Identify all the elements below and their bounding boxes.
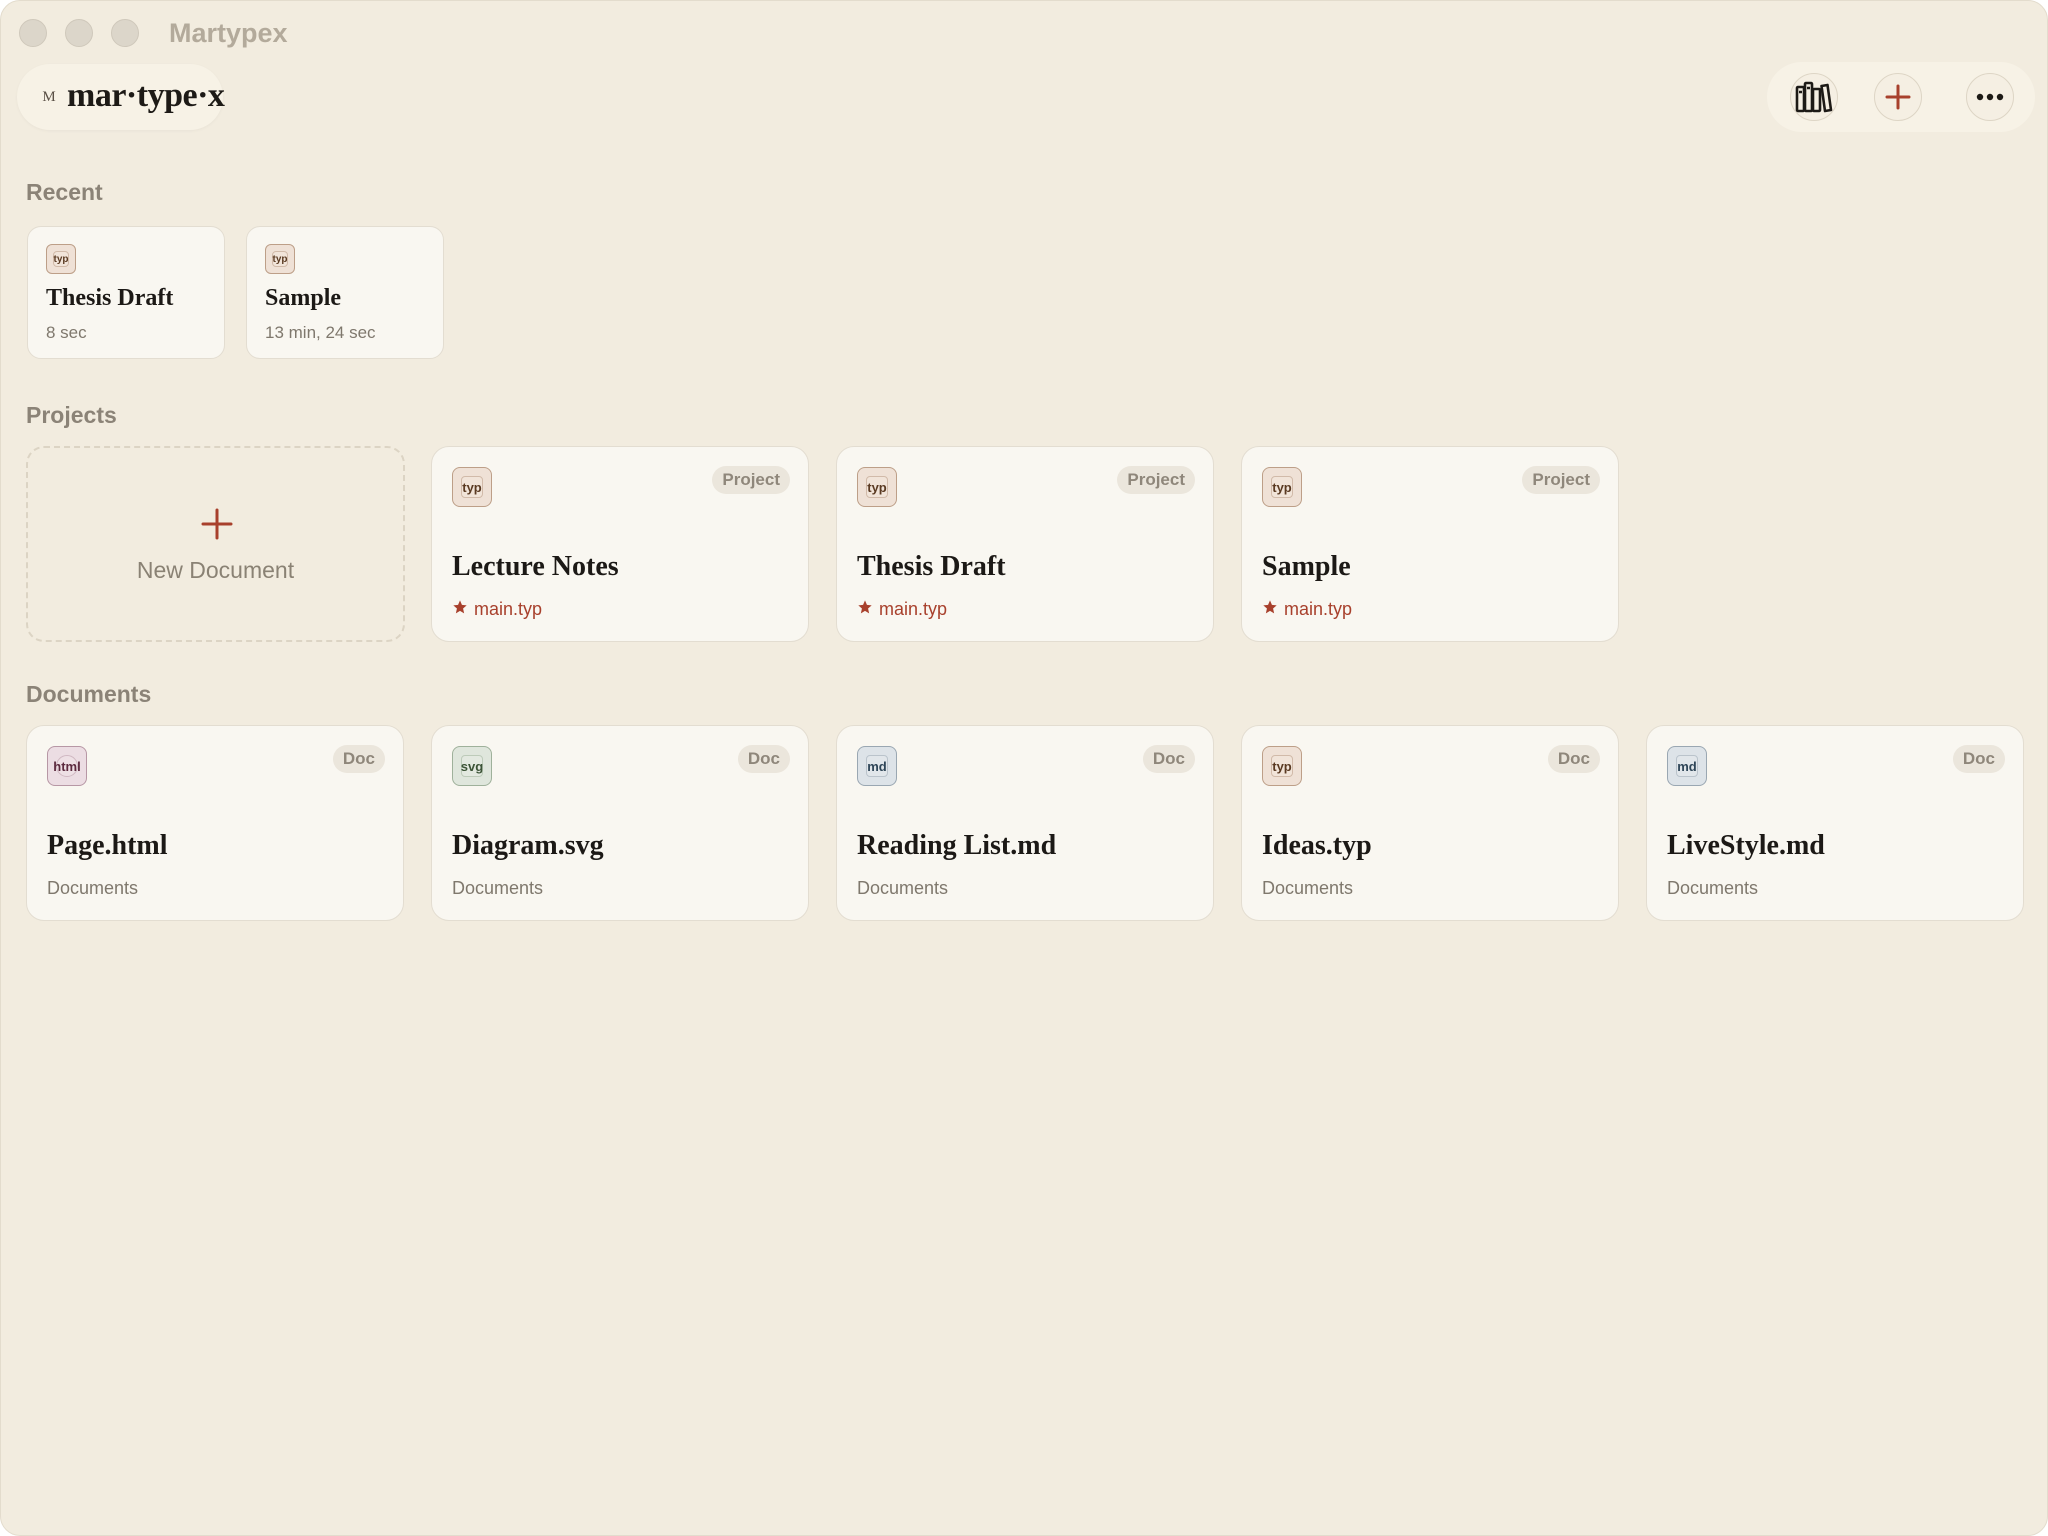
recent-card[interactable]: typ Thesis Draft 8 sec bbox=[27, 226, 225, 359]
document-folder: Documents bbox=[47, 878, 139, 898]
project-entry-file: main.typ bbox=[1262, 597, 1352, 621]
markdown-file-icon: md bbox=[857, 746, 897, 786]
app-window: Martypex M mar·type·x Recent typ Thesis … bbox=[0, 0, 2048, 1536]
project-badge: Project bbox=[1117, 466, 1195, 494]
library-button[interactable] bbox=[1790, 73, 1838, 121]
library-books-icon bbox=[1795, 81, 1833, 113]
document-badge: Doc bbox=[737, 745, 790, 773]
typ-file-icon: typ bbox=[1262, 467, 1302, 507]
plus-icon bbox=[201, 508, 233, 540]
recent-card-name: Sample bbox=[265, 285, 342, 311]
toolbar bbox=[1767, 62, 2035, 132]
window-zoom-button[interactable] bbox=[111, 19, 139, 47]
plus-icon bbox=[1885, 84, 1911, 110]
project-card[interactable]: typ Project Lecture Notes main.typ bbox=[431, 446, 809, 642]
project-card[interactable]: typ Project Sample main.typ bbox=[1241, 446, 1619, 642]
markdown-file-icon: md bbox=[1667, 746, 1707, 786]
more-button[interactable] bbox=[1966, 73, 2014, 121]
window-title: Martypex bbox=[169, 18, 288, 48]
window-minimize-button[interactable] bbox=[65, 19, 93, 47]
document-badge: Doc bbox=[1952, 745, 2005, 773]
window-close-button[interactable] bbox=[19, 19, 47, 47]
recent-card-time: 8 sec bbox=[46, 323, 87, 342]
section-title-projects: Projects bbox=[26, 402, 117, 428]
project-badge: Project bbox=[1522, 466, 1600, 494]
document-badge: Doc bbox=[1142, 745, 1195, 773]
typ-file-icon: typ bbox=[452, 467, 492, 507]
project-name: Thesis Draft bbox=[857, 551, 1006, 582]
brand-logo[interactable]: M mar·type·x bbox=[17, 64, 225, 130]
project-card[interactable]: typ Project Thesis Draft main.typ bbox=[836, 446, 1214, 642]
project-name: Lecture Notes bbox=[452, 551, 619, 582]
section-title-documents: Documents bbox=[26, 681, 152, 707]
section-title-recent: Recent bbox=[26, 179, 103, 205]
document-card[interactable]: md Doc Reading List.md Documents bbox=[836, 725, 1214, 921]
brand-mark-icon: M bbox=[42, 89, 56, 105]
document-card[interactable]: md Doc LiveStyle.md Documents bbox=[1646, 725, 2024, 921]
project-badge: Project bbox=[712, 466, 790, 494]
document-badge: Doc bbox=[332, 745, 385, 773]
recent-card-name: Thesis Draft bbox=[46, 285, 174, 311]
html-file-icon: html bbox=[47, 746, 87, 786]
document-name: Ideas.typ bbox=[1262, 830, 1372, 861]
ellipsis-icon bbox=[1976, 93, 2004, 101]
typ-file-icon: typ bbox=[265, 244, 295, 274]
typ-file-icon: typ bbox=[46, 244, 76, 274]
document-folder: Documents bbox=[1667, 878, 1759, 898]
star-icon bbox=[453, 600, 467, 614]
project-entry-file: main.typ bbox=[857, 597, 947, 621]
document-folder: Documents bbox=[857, 878, 949, 898]
recent-card[interactable]: typ Sample 13 min, 24 sec bbox=[246, 226, 444, 359]
document-card[interactable]: html Doc Page.html Documents bbox=[26, 725, 404, 921]
document-folder: Documents bbox=[1262, 878, 1354, 898]
new-document-card[interactable]: New Document bbox=[26, 446, 405, 642]
recent-card-time: 13 min, 24 sec bbox=[265, 323, 376, 342]
typ-file-icon: typ bbox=[857, 467, 897, 507]
svg-file-icon: svg bbox=[452, 746, 492, 786]
star-icon bbox=[1263, 600, 1277, 614]
document-badge: Doc bbox=[1547, 745, 1600, 773]
document-card[interactable]: svg Doc Diagram.svg Documents bbox=[431, 725, 809, 921]
brand-name: mar·type·x bbox=[67, 77, 225, 114]
document-name: LiveStyle.md bbox=[1667, 830, 1825, 861]
document-name: Diagram.svg bbox=[452, 830, 604, 861]
new-document-label: New Document bbox=[136, 557, 295, 583]
document-name: Page.html bbox=[47, 830, 168, 861]
document-card[interactable]: typ Doc Ideas.typ Documents bbox=[1241, 725, 1619, 921]
star-icon bbox=[858, 600, 872, 614]
project-entry-file: main.typ bbox=[452, 597, 542, 621]
document-folder: Documents bbox=[452, 878, 544, 898]
typ-file-icon: typ bbox=[1262, 746, 1302, 786]
project-name: Sample bbox=[1262, 551, 1351, 582]
document-name: Reading List.md bbox=[857, 830, 1057, 861]
add-button[interactable] bbox=[1874, 73, 1922, 121]
